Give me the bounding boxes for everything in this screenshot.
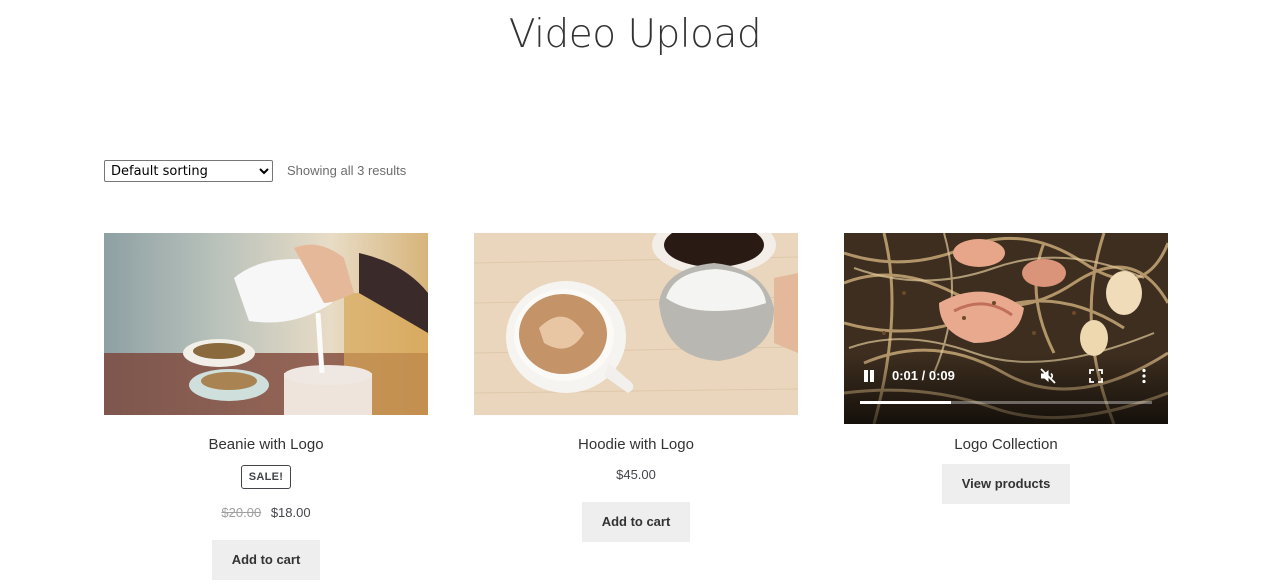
price-beanie: $20.00 $18.00 xyxy=(104,505,428,520)
product-card-logo-collection: 0:01 / 0:09 Logo Collection View product… xyxy=(844,233,1168,504)
sort-select[interactable]: Default sorting xyxy=(104,160,273,182)
sale-price: $18.00 xyxy=(270,505,311,520)
video-controls: 0:01 / 0:09 xyxy=(844,354,1168,424)
sort-ordering-form: Default sorting xyxy=(104,160,273,182)
result-count: Showing all 3 results xyxy=(287,163,407,178)
product-title-logo-collection[interactable]: Logo Collection xyxy=(844,436,1168,454)
sale-badge-label: SALE! xyxy=(240,465,292,489)
button-wrap-logo-collection: View products xyxy=(844,464,1168,504)
mute-icon[interactable] xyxy=(1039,367,1057,385)
product-card-beanie: Beanie with Logo SALE! $20.00 $18.00 Add… xyxy=(104,233,428,580)
price-amount: $45.00 xyxy=(616,467,656,482)
fullscreen-icon[interactable] xyxy=(1087,367,1105,385)
product-title-hoodie[interactable]: Hoodie with Logo xyxy=(474,436,798,454)
button-wrap-hoodie: Add to cart xyxy=(474,502,798,542)
latte-pour-photo xyxy=(104,233,428,415)
more-options-icon[interactable] xyxy=(1135,367,1153,385)
regular-price: $20.00 xyxy=(221,505,262,520)
view-products-button[interactable]: View products xyxy=(941,464,1071,504)
add-to-cart-button[interactable]: Add to cart xyxy=(211,540,321,580)
video-progress-fill xyxy=(860,401,951,404)
product-video[interactable]: 0:01 / 0:09 xyxy=(844,233,1168,424)
add-to-cart-button[interactable]: Add to cart xyxy=(581,502,691,542)
page-title: Video Upload xyxy=(508,12,762,57)
price-hoodie: $45.00 xyxy=(474,467,798,482)
product-image-hoodie[interactable] xyxy=(474,233,798,415)
coffee-cups-photo xyxy=(474,233,798,415)
product-title-beanie[interactable]: Beanie with Logo xyxy=(104,436,428,454)
sale-badge: SALE! xyxy=(104,454,428,489)
pause-icon[interactable] xyxy=(863,370,875,382)
video-progress-bar[interactable] xyxy=(860,401,1152,404)
button-wrap-beanie: Add to cart xyxy=(104,540,428,580)
product-image-beanie[interactable] xyxy=(104,233,428,415)
product-card-hoodie: Hoodie with Logo $45.00 Add to cart xyxy=(474,233,798,542)
video-time: 0:01 / 0:09 xyxy=(892,368,955,383)
